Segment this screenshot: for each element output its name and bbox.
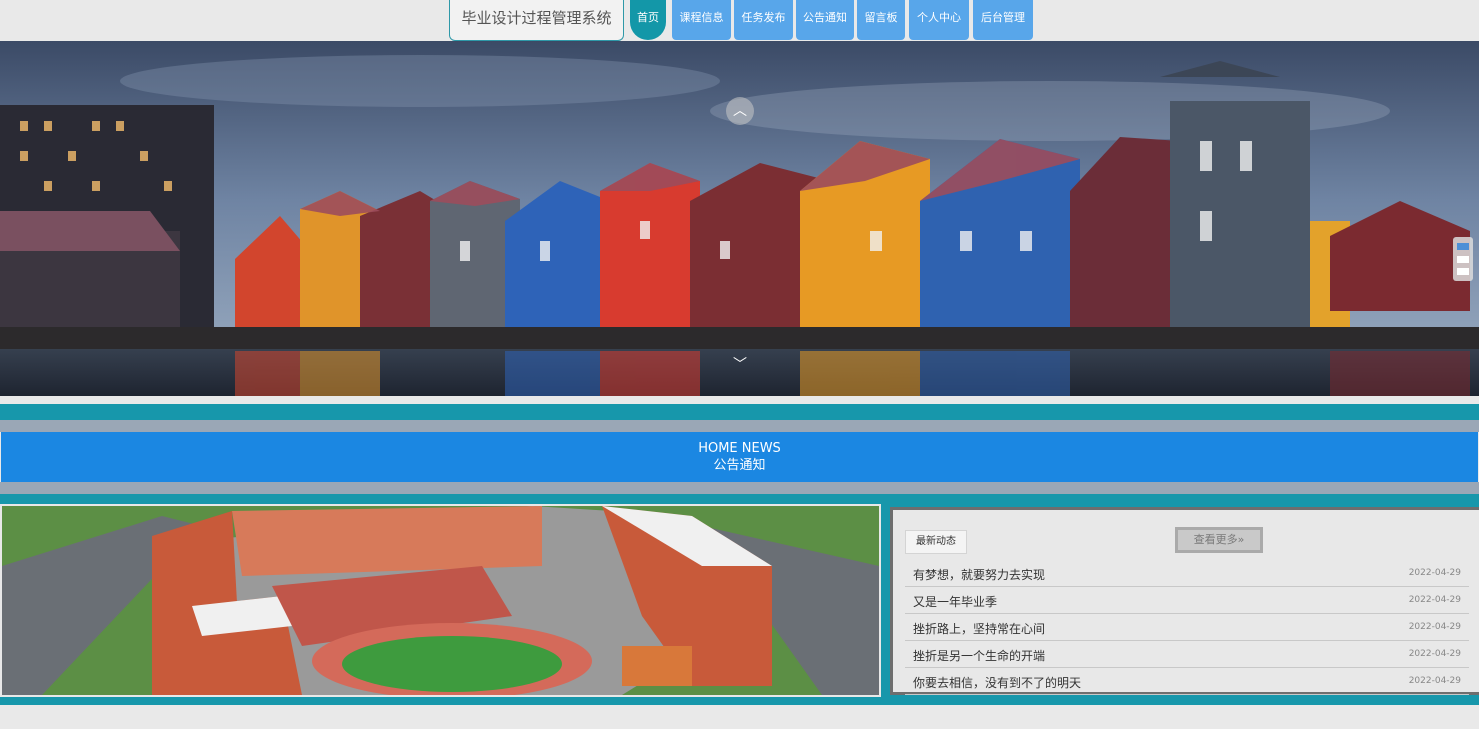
chevron-down-icon: ﹀ [733, 357, 747, 373]
news-item-date: 2022-04-29 [1408, 649, 1461, 659]
news-item[interactable]: 挫折路上，坚持常在心间 2022-04-29 [905, 614, 1469, 641]
news-item-title: 有梦想，就要努力去实现 [913, 568, 1046, 582]
banner-prev-button[interactable]: ︿ [726, 97, 754, 125]
chevron-up-icon: ︿ [733, 103, 747, 119]
view-more-button[interactable]: 查看更多» [1175, 527, 1263, 553]
news-item[interactable]: 挫折是另一个生命的开端 2022-04-29 [905, 641, 1469, 668]
news-list: 有梦想，就要努力去实现 2022-04-29 又是一年毕业季 2022-04-2… [905, 560, 1469, 695]
divider-band [0, 420, 1479, 432]
news-item[interactable]: 又是一年毕业季 2022-04-29 [905, 587, 1469, 614]
banner-image [0, 41, 1479, 396]
side-tool-item[interactable] [1457, 256, 1469, 263]
news-item-title: 挫折是另一个生命的开端 [913, 649, 1046, 663]
divider-band [0, 404, 1479, 420]
news-heading-en: HOME NEWS [698, 441, 781, 456]
side-tool-blue[interactable] [1457, 243, 1469, 250]
news-panel: 最新动态 查看更多» 有梦想，就要努力去实现 2022-04-29 又是一年毕业… [890, 507, 1479, 695]
side-tool-item[interactable] [1457, 268, 1469, 275]
top-navigation: 毕业设计过程管理系统 首页 课程信息 任务发布 公告通知 留言板 个人中心 后台… [0, 0, 1479, 41]
news-item[interactable]: 你要去相信，没有到不了的明天 2022-04-29 [905, 668, 1469, 695]
banner-next-button[interactable]: ﹀ [730, 355, 750, 375]
news-item-title: 又是一年毕业季 [913, 595, 998, 609]
news-item-date: 2022-04-29 [1408, 622, 1461, 632]
campus-image[interactable] [0, 504, 881, 697]
nav-item-message-board[interactable]: 留言板 [857, 0, 905, 40]
news-section-header: HOME NEWS 公告通知 [1, 432, 1478, 482]
site-title: 毕业设计过程管理系统 [449, 0, 624, 41]
news-item-date: 2022-04-29 [1408, 595, 1461, 605]
news-item-title: 挫折路上，坚持常在心间 [913, 622, 1046, 636]
nav-item-course-info[interactable]: 课程信息 [672, 0, 731, 40]
nav-item-home[interactable]: 首页 [630, 0, 666, 40]
news-item-title: 你要去相信，没有到不了的明天 [913, 676, 1082, 690]
divider-band [0, 482, 1479, 494]
news-section: 最新动态 查看更多» 有梦想，就要努力去实现 2022-04-29 又是一年毕业… [0, 501, 1479, 705]
hero-banner: ︿ ﹀ [0, 41, 1479, 396]
news-heading-cn: 公告通知 [713, 458, 766, 473]
latest-news-tag: 最新动态 [905, 530, 967, 554]
news-item-date: 2022-04-29 [1408, 676, 1461, 686]
nav-item-personal-center[interactable]: 个人中心 [909, 0, 969, 40]
nav-item-task-publish[interactable]: 任务发布 [734, 0, 793, 40]
nav-item-admin[interactable]: 后台管理 [973, 0, 1033, 40]
campus-illustration [2, 506, 879, 695]
news-item[interactable]: 有梦想，就要努力去实现 2022-04-29 [905, 560, 1469, 587]
nav-item-announcements[interactable]: 公告通知 [796, 0, 854, 40]
news-item-date: 2022-04-29 [1408, 568, 1461, 578]
side-toolbar[interactable] [1453, 237, 1473, 281]
